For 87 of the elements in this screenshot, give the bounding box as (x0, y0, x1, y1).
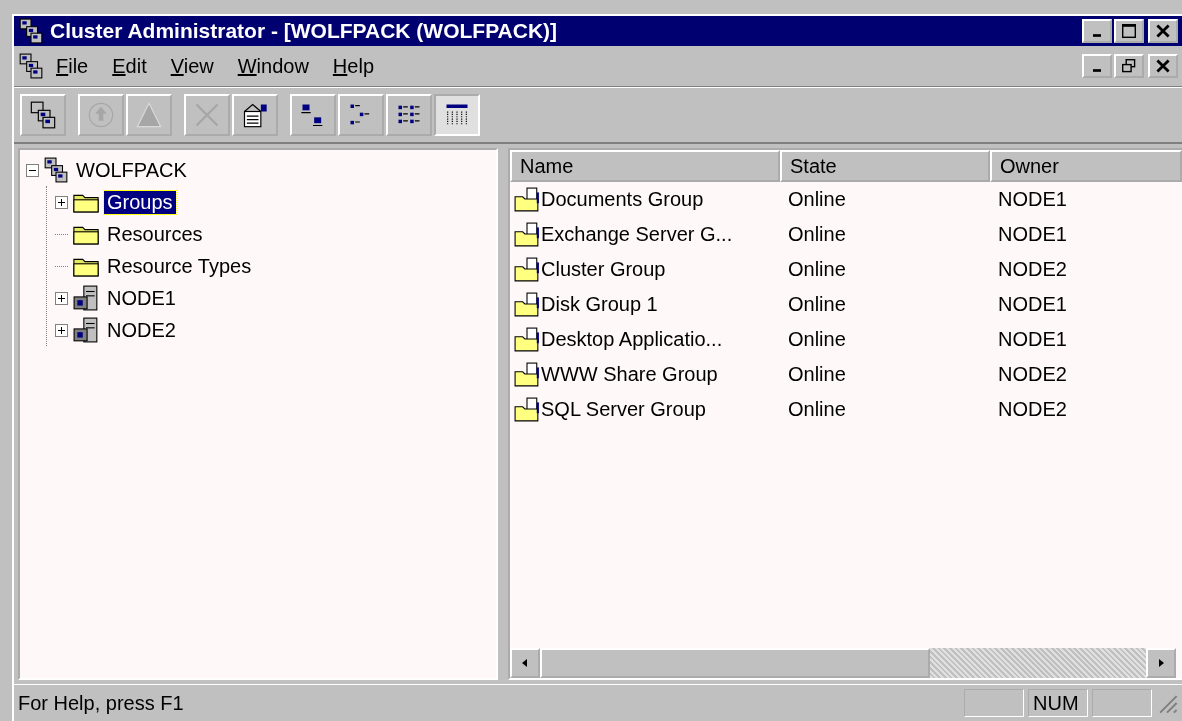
column-header[interactable]: Owner (990, 150, 1182, 182)
maximize-button[interactable] (1114, 19, 1144, 43)
expand-toggle[interactable] (26, 163, 39, 177)
table-cell-text: NODE1 (997, 328, 1068, 351)
left-arrow-icon (520, 658, 530, 668)
status-text: For Help, press F1 (18, 691, 185, 715)
cluster-icon (18, 18, 44, 44)
toolbar-button[interactable] (338, 94, 384, 136)
table-cell-text: NODE1 (997, 293, 1068, 316)
cluster-icon (43, 157, 69, 183)
table-cell-text: Online (787, 398, 847, 421)
expand-toggle[interactable] (55, 323, 68, 337)
group-icon (514, 256, 540, 283)
arrow-up-circle-icon (87, 101, 115, 129)
cluster-icon (18, 53, 44, 79)
server-icon (72, 317, 100, 343)
tree-item[interactable]: Resources (104, 222, 206, 246)
column-header[interactable]: Name (510, 150, 780, 182)
menu-item[interactable]: Help (320, 54, 386, 78)
menu-item[interactable]: File (44, 54, 101, 78)
status-panel (964, 689, 1024, 717)
scroll-left-button[interactable] (510, 648, 540, 678)
close-icon (1156, 59, 1170, 73)
minimize-button[interactable] (1082, 54, 1112, 78)
close-button[interactable] (1148, 19, 1178, 43)
table-cell: Desktop Applicatio... (541, 328, 723, 351)
tree-item[interactable]: WOLFPACK (73, 158, 190, 182)
table-cell-text: Online (787, 363, 847, 386)
table-cell-text: NODE2 (997, 363, 1068, 386)
table-cell: Documents Group (541, 188, 704, 211)
status-panel: NUM (1028, 689, 1088, 717)
table-cell: WWW Share Group (541, 363, 718, 386)
column-header[interactable]: State (780, 150, 990, 182)
close-button[interactable] (1148, 54, 1178, 78)
toolbar-button[interactable] (232, 94, 278, 136)
tree-item[interactable]: NODE2 (104, 318, 179, 342)
table-cell: Disk Group 1 (541, 293, 658, 316)
toolbar-button[interactable] (290, 94, 336, 136)
menu-item[interactable]: View (158, 54, 226, 78)
menu-item[interactable]: Window (225, 54, 321, 78)
table-cell-text: Online (787, 223, 847, 246)
table-cell-text: Online (787, 258, 847, 281)
tree-item[interactable]: Resource Types (104, 254, 255, 278)
window-title: Cluster Administrator - [WOLFPACK (WOLFPACK)] (50, 19, 559, 43)
group-icon (514, 326, 540, 353)
server-icon (72, 285, 100, 311)
toolbar-button[interactable] (386, 94, 432, 136)
group-icon (514, 396, 540, 423)
group-icon (514, 291, 540, 318)
toolbar-button[interactable] (20, 94, 66, 136)
table-cell-text: NODE2 (997, 258, 1068, 281)
minimize-icon (1093, 68, 1101, 72)
expand-toggle[interactable] (55, 291, 68, 305)
plus-icon (57, 293, 66, 303)
table-cell: SQL Server Group (541, 398, 706, 421)
menu-item[interactable]: Edit (100, 54, 159, 78)
plus-icon (57, 325, 66, 335)
plus-icon (57, 197, 66, 207)
close-icon (1156, 24, 1170, 38)
group-icon (514, 221, 540, 248)
group-icon (514, 186, 540, 213)
tree-item[interactable]: NODE1 (104, 286, 179, 310)
scroll-right-button[interactable] (1146, 648, 1176, 678)
table-cell: Cluster Group (541, 258, 666, 281)
table-cell-text: Online (787, 188, 847, 211)
table-cell-text: NODE1 (997, 223, 1068, 246)
status-panel (1092, 689, 1152, 717)
group-icon (514, 361, 540, 388)
toolbar-button[interactable] (434, 94, 480, 136)
x-icon (193, 101, 221, 129)
expand-toggle[interactable] (55, 195, 68, 209)
maximize-icon (1122, 24, 1136, 38)
restore-icon (1122, 59, 1136, 73)
minimize-button[interactable] (1082, 19, 1112, 43)
triangle-icon (135, 101, 163, 129)
table-cell-text: NODE2 (997, 398, 1068, 421)
properties-icon (241, 101, 269, 129)
tree-item[interactable]: Groups (104, 190, 176, 214)
minimize-icon (1093, 33, 1101, 37)
restore-button[interactable] (1114, 54, 1144, 78)
right-arrow-icon (1156, 658, 1166, 668)
table-cell-text: NODE1 (997, 188, 1068, 211)
table-cell: Exchange Server G... (541, 223, 733, 246)
scrollbar-thumb[interactable] (540, 648, 930, 678)
cluster-icon (29, 101, 57, 129)
table-cell-text: Online (787, 293, 847, 316)
table-cell-text: Online (787, 328, 847, 351)
